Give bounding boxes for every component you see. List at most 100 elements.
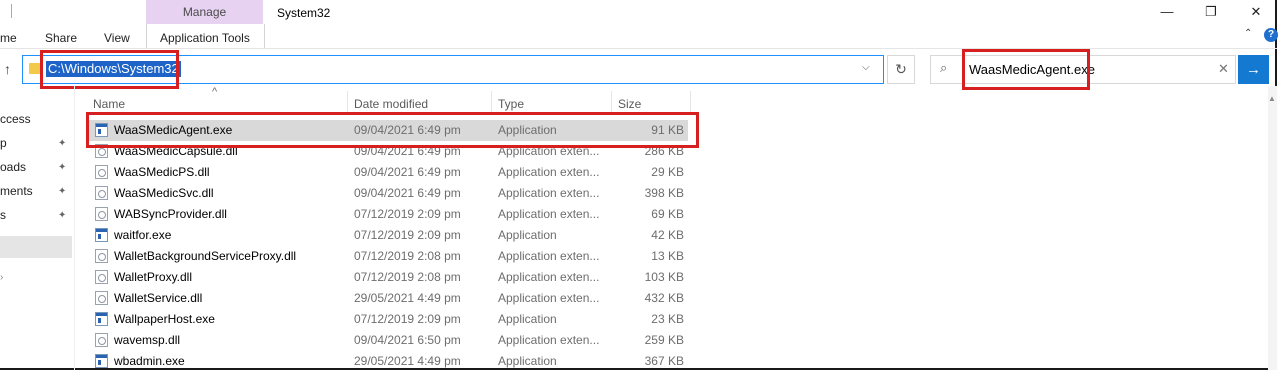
dll-file-icon (95, 186, 108, 200)
file-date: 09/04/2021 6:50 pm (354, 333, 461, 347)
file-date: 07/12/2019 2:08 pm (354, 270, 461, 284)
file-row[interactable]: wavemsp.dll 09/04/2021 6:50 pm Application… (88, 330, 688, 351)
file-size: 367 KB (644, 354, 684, 368)
file-date: 07/12/2019 2:09 pm (354, 207, 461, 221)
pin-icon: ✦ (58, 210, 67, 221)
file-row[interactable]: WABSyncProvider.dll 07/12/2019 2:09 pm App… (88, 204, 688, 225)
nav-item-pictures[interactable]: s (0, 208, 6, 222)
dll-file-icon (95, 333, 108, 347)
file-date: 09/04/2021 6:49 pm (354, 165, 461, 179)
file-name: wavemsp.dll (114, 333, 181, 347)
file-row[interactable]: WaaSMedicPS.dll 09/04/2021 6:49 pm Applica… (88, 162, 688, 183)
file-name: WallpaperHost.exe (114, 312, 215, 326)
minimize-button[interactable]: — (1157, 3, 1177, 21)
application-file-icon (95, 312, 108, 326)
selected-file-highlight-box (86, 112, 699, 148)
column-header-name[interactable]: Name (93, 97, 125, 111)
tab-view[interactable]: View (104, 31, 130, 45)
file-date: 09/04/2021 6:49 pm (354, 186, 461, 200)
nav-item-documents[interactable]: ments (0, 184, 33, 198)
file-type: Application exten... (498, 165, 600, 179)
file-name: wbadmin.exe (114, 354, 185, 368)
file-size: 398 KB (644, 186, 684, 200)
up-arrow-icon[interactable]: ↑ (4, 61, 11, 77)
dll-file-icon (95, 165, 108, 179)
scroll-up-icon[interactable]: ▲ (1268, 94, 1276, 103)
file-size: 259 KB (644, 333, 684, 347)
file-date: 07/12/2019 2:09 pm (354, 228, 461, 242)
column-separator[interactable] (690, 91, 691, 113)
file-type: Application exten... (498, 186, 600, 200)
file-size: 13 KB (651, 249, 684, 263)
file-size: 103 KB (644, 270, 684, 284)
search-icon: ⌕ (940, 60, 948, 75)
pin-icon: ✦ (58, 186, 67, 197)
pin-icon: ✦ (58, 138, 67, 149)
ribbon-collapse-icon[interactable]: ⌃ (1244, 28, 1252, 39)
help-icon[interactable]: ? (1264, 28, 1278, 42)
search-highlight-box (962, 49, 1090, 90)
nav-item-downloads[interactable]: oads (0, 160, 26, 174)
file-type: Application exten... (498, 333, 600, 347)
maximize-button[interactable]: ❐ (1201, 3, 1221, 21)
file-name: WalletProxy.dll (114, 270, 193, 284)
search-go-button[interactable]: → (1238, 55, 1269, 84)
file-row[interactable]: WalletService.dll 29/05/2021 4:49 pm Appli… (88, 288, 688, 309)
file-name: WaaSMedicPS.dll (114, 165, 210, 179)
tab-application-tools[interactable]: Application Tools (160, 31, 250, 45)
column-separator[interactable] (611, 91, 612, 113)
column-header-date-modified[interactable]: Date modified (354, 97, 428, 111)
file-date: 07/12/2019 2:08 pm (354, 249, 461, 263)
file-date: 29/05/2021 4:49 pm (354, 291, 461, 305)
file-size: 42 KB (651, 228, 684, 242)
vertical-scrollbar[interactable] (1268, 86, 1277, 370)
sort-ascending-icon: ^ (212, 86, 218, 98)
manage-context-label: Manage (182, 5, 227, 19)
file-size: 23 KB (651, 312, 684, 326)
tab-file[interactable]: me (0, 31, 17, 45)
nav-expand-icon[interactable]: › (0, 272, 3, 283)
file-row[interactable]: wbadmin.exe 29/05/2021 4:49 pm Application… (88, 351, 688, 370)
file-row[interactable]: WallpaperHost.exe 07/12/2019 2:09 pm Appli… (88, 309, 688, 330)
file-row[interactable]: waitfor.exe 07/12/2019 2:09 pm Application… (88, 225, 688, 246)
file-name: WaaSMedicSvc.dll (114, 186, 214, 200)
file-type: Application (498, 228, 557, 242)
nav-item-selected[interactable] (0, 236, 72, 258)
file-row[interactable]: WalletBackgroundServiceProxy.dll 07/12/20… (88, 246, 688, 267)
dll-file-icon (95, 207, 108, 221)
file-size: 29 KB (651, 165, 684, 179)
file-date: 07/12/2019 2:09 pm (354, 312, 461, 326)
column-header-size[interactable]: Size (618, 97, 641, 111)
dll-file-icon (95, 249, 108, 263)
file-row[interactable]: WalletProxy.dll 07/12/2019 2:08 pm Applica… (88, 267, 688, 288)
pin-icon: ✦ (58, 162, 67, 173)
file-size: 69 KB (651, 207, 684, 221)
file-size: 432 KB (644, 291, 684, 305)
nav-item-desktop[interactable]: p (0, 136, 7, 150)
address-highlight-box (40, 50, 179, 89)
file-type: Application exten... (498, 207, 600, 221)
file-name: WABSyncProvider.dll (114, 207, 227, 221)
file-type: Application exten... (498, 291, 600, 305)
column-header-type[interactable]: Type (498, 97, 524, 111)
close-button[interactable]: ✕ (1246, 3, 1266, 21)
file-row[interactable]: WaaSMedicSvc.dll 09/04/2021 6:49 pm Applic… (88, 183, 688, 204)
file-name: waitfor.exe (114, 228, 172, 242)
file-name: WalletBackgroundServiceProxy.dll (114, 249, 297, 263)
application-file-icon (95, 228, 108, 242)
file-type: Application (498, 312, 557, 326)
quick-access-divider (11, 4, 12, 18)
tab-share[interactable]: Share (45, 31, 77, 45)
window-title: System32 (277, 6, 331, 20)
nav-item-quick-access[interactable]: ccess (0, 112, 31, 126)
address-dropdown-icon[interactable]: ⌵ (862, 62, 870, 73)
refresh-button[interactable]: ↻ (887, 55, 915, 84)
application-file-icon (95, 354, 108, 368)
column-separator[interactable] (491, 91, 492, 113)
nav-pane-divider (74, 86, 75, 370)
column-separator[interactable] (347, 91, 348, 113)
file-type: Application exten... (498, 249, 600, 263)
clear-search-icon[interactable]: ✕ (1218, 61, 1229, 77)
file-name: WalletService.dll (114, 291, 203, 305)
file-type: Application exten... (498, 270, 600, 284)
